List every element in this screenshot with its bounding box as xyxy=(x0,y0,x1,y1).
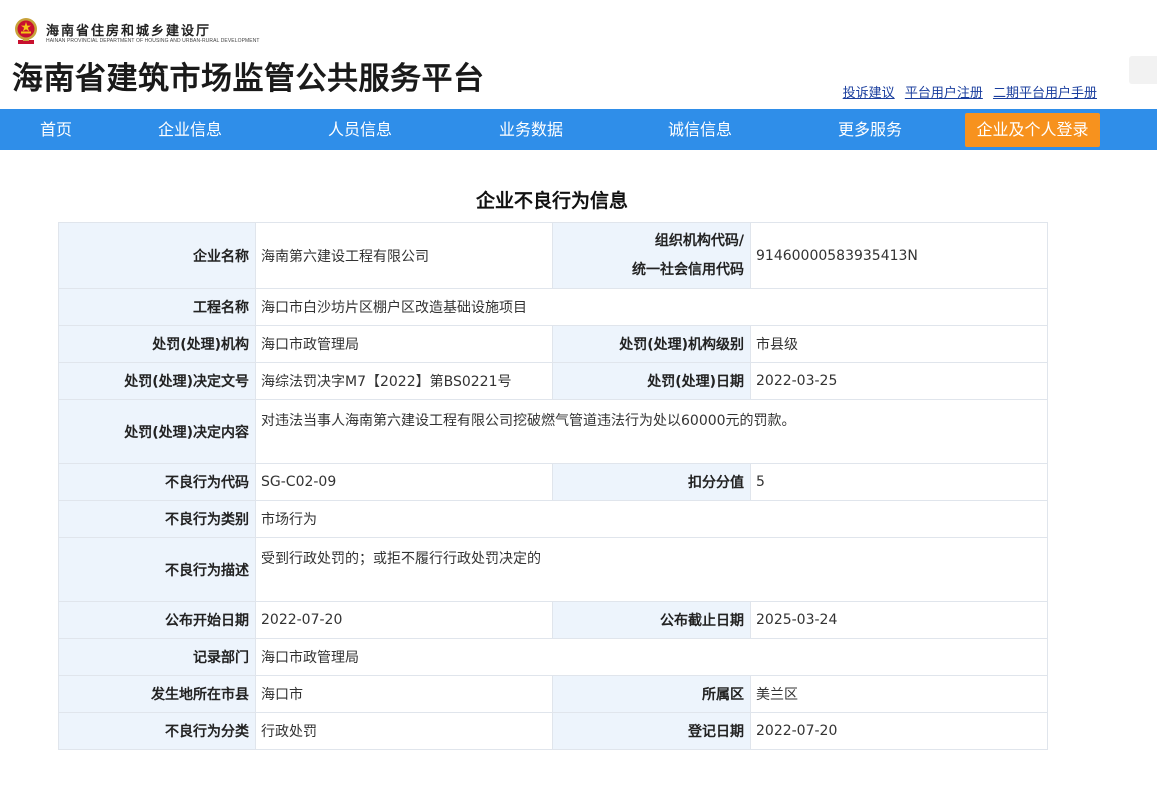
table-row: 企业名称 海南第六建设工程有限公司 组织机构代码/ 统一社会信用代码 91460… xyxy=(58,222,1048,289)
deduction-value: 5 xyxy=(750,463,1048,501)
deduction-label: 扣分分值 xyxy=(552,463,751,501)
register-date-value: 2022-07-20 xyxy=(750,712,1048,750)
behavior-desc-value: 受到行政处罚的；或拒不履行行政处罚决定的 xyxy=(255,537,1048,602)
nav-credit-info[interactable]: 诚信信息 xyxy=(668,109,732,150)
table-row: 处罚(处理)决定内容 对违法当事人海南第六建设工程有限公司挖破燃气管道违法行为处… xyxy=(58,399,1048,464)
decision-date-value: 2022-03-25 xyxy=(750,362,1048,400)
authority-label: 处罚(处理)机构 xyxy=(58,325,256,363)
complaint-link[interactable]: 投诉建议 xyxy=(843,86,895,101)
record-dept-label: 记录部门 xyxy=(58,638,256,676)
table-row: 记录部门 海口市政管理局 xyxy=(58,638,1048,676)
publish-end-value: 2025-03-24 xyxy=(750,601,1048,639)
table-row: 公布开始日期 2022-07-20 公布截止日期 2025-03-24 xyxy=(58,601,1048,639)
behavior-code-value: SG-C02-09 xyxy=(255,463,553,501)
org-code-label-line2: 统一社会信用代码 xyxy=(632,261,744,278)
site-header: 海南省住房和城乡建设厅 HAINAN PROVINCIAL DEPARTMENT… xyxy=(0,0,1157,109)
authority-level-value: 市县级 xyxy=(750,325,1048,363)
district-value: 美兰区 xyxy=(750,675,1048,713)
table-row: 处罚(处理)决定文号 海综法罚决字M7【2022】第BS0221号 处罚(处理)… xyxy=(58,362,1048,400)
nav-more-services[interactable]: 更多服务 xyxy=(838,109,902,150)
national-emblem-icon xyxy=(15,18,37,44)
org-code-label: 组织机构代码/ 统一社会信用代码 xyxy=(552,222,751,289)
city-value: 海口市 xyxy=(255,675,553,713)
register-date-label: 登记日期 xyxy=(552,712,751,750)
table-row: 不良行为描述 受到行政处罚的；或拒不履行行政处罚决定的 xyxy=(58,537,1048,602)
publish-start-label: 公布开始日期 xyxy=(58,601,256,639)
company-name-value: 海南第六建设工程有限公司 xyxy=(255,222,553,289)
page-title: 企业不良行为信息 xyxy=(475,190,628,212)
org-code-label-line1: 组织机构代码/ xyxy=(654,232,744,249)
department-name: 海南省住房和城乡建设厅 xyxy=(46,24,212,39)
decision-content-label: 处罚(处理)决定内容 xyxy=(58,399,256,464)
authority-level-label: 处罚(处理)机构级别 xyxy=(552,325,751,363)
table-row: 处罚(处理)机构 海口市政管理局 处罚(处理)机构级别 市县级 xyxy=(58,325,1048,363)
bad-behavior-table: 企业名称 海南第六建设工程有限公司 组织机构代码/ 统一社会信用代码 91460… xyxy=(58,222,1048,750)
table-row: 发生地所在市县 海口市 所属区 美兰区 xyxy=(58,675,1048,713)
district-label: 所属区 xyxy=(552,675,751,713)
user-manual-link[interactable]: 二期平台用户手册 xyxy=(993,86,1097,101)
classification-value: 行政处罚 xyxy=(255,712,553,750)
table-row: 不良行为类别 市场行为 xyxy=(58,500,1048,538)
main-nav: 首页 企业信息 人员信息 业务数据 诚信信息 更多服务 企业及个人登录 xyxy=(0,109,1157,150)
behavior-category-label: 不良行为类别 xyxy=(58,500,256,538)
authority-value: 海口市政管理局 xyxy=(255,325,553,363)
nav-enterprise-info[interactable]: 企业信息 xyxy=(158,109,222,150)
nav-business-data[interactable]: 业务数据 xyxy=(499,109,563,150)
classification-label: 不良行为分类 xyxy=(58,712,256,750)
department-name-english: HAINAN PROVINCIAL DEPARTMENT OF HOUSING … xyxy=(46,38,260,44)
org-code-value: 91460000583935413N xyxy=(750,222,1048,289)
project-label: 工程名称 xyxy=(58,288,256,326)
city-label: 发生地所在市县 xyxy=(58,675,256,713)
behavior-category-value: 市场行为 xyxy=(255,500,1048,538)
publish-start-value: 2022-07-20 xyxy=(255,601,553,639)
decision-no-label: 处罚(处理)决定文号 xyxy=(58,362,256,400)
decision-date-label: 处罚(处理)日期 xyxy=(552,362,751,400)
table-row: 工程名称 海口市白沙坊片区棚户区改造基础设施项目 xyxy=(58,288,1048,326)
project-value: 海口市白沙坊片区棚户区改造基础设施项目 xyxy=(255,288,1048,326)
record-dept-value: 海口市政管理局 xyxy=(255,638,1048,676)
decision-content-value: 对违法当事人海南第六建设工程有限公司挖破燃气管道违法行为处以60000元的罚款。 xyxy=(255,399,1048,464)
nav-personnel-info[interactable]: 人员信息 xyxy=(328,109,392,150)
table-row: 不良行为代码 SG-C02-09 扣分分值 5 xyxy=(58,463,1048,501)
decision-no-value: 海综法罚决字M7【2022】第BS0221号 xyxy=(255,362,553,400)
behavior-desc-label: 不良行为描述 xyxy=(58,537,256,602)
login-button[interactable]: 企业及个人登录 xyxy=(965,113,1100,147)
side-widget[interactable] xyxy=(1129,56,1157,84)
nav-home[interactable]: 首页 xyxy=(40,109,72,150)
site-title: 海南省建筑市场监管公共服务平台 xyxy=(12,61,485,97)
behavior-code-label: 不良行为代码 xyxy=(58,463,256,501)
publish-end-label: 公布截止日期 xyxy=(552,601,751,639)
table-row: 不良行为分类 行政处罚 登记日期 2022-07-20 xyxy=(58,712,1048,750)
company-name-label: 企业名称 xyxy=(58,222,256,289)
user-register-link[interactable]: 平台用户注册 xyxy=(905,86,983,101)
top-links: 投诉建议 平台用户注册 二期平台用户手册 xyxy=(837,82,1097,101)
